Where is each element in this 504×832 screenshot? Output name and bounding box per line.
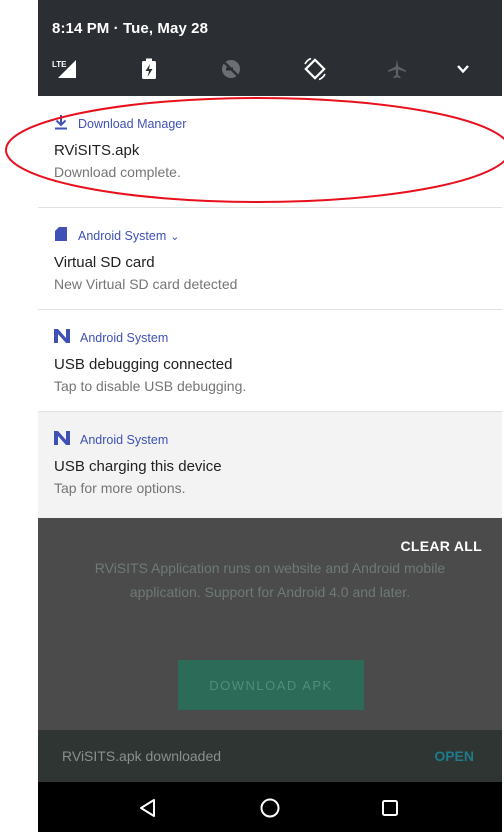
notification-download-manager[interactable]: Download Manager RViSITS.apk Download co… bbox=[38, 96, 502, 208]
notification-header: Download Manager bbox=[54, 114, 187, 135]
notification-app-name: Android System bbox=[80, 331, 169, 345]
notification-usb-debugging[interactable]: Android System USB debugging connected T… bbox=[38, 310, 502, 412]
back-icon[interactable] bbox=[136, 796, 160, 820]
snackbar: RViSITS.apk downloaded OPEN bbox=[38, 730, 502, 782]
notification-header: Android System bbox=[54, 328, 169, 348]
notification-text: Tap for more options. bbox=[54, 480, 186, 496]
notification-title: USB debugging connected bbox=[54, 356, 233, 373]
airplane-mode-icon[interactable] bbox=[384, 56, 410, 82]
background-app-description: RViSITS Application runs on website and … bbox=[94, 560, 446, 600]
navigation-bar bbox=[38, 782, 502, 832]
expand-chevron-icon[interactable]: ⌄ bbox=[170, 230, 179, 243]
lte-label: LTE bbox=[52, 60, 67, 69]
recents-icon[interactable] bbox=[378, 796, 402, 820]
android-n-icon bbox=[54, 328, 70, 348]
download-apk-button: DOWNLOAD APK bbox=[178, 660, 364, 710]
snackbar-message: RViSITS.apk downloaded bbox=[62, 748, 222, 764]
home-icon[interactable] bbox=[258, 796, 282, 820]
notification-text: Download complete. bbox=[54, 164, 181, 180]
notification-app-name: Download Manager bbox=[78, 117, 187, 131]
notification-title: Virtual SD card bbox=[54, 254, 155, 271]
notification-header: Android System ⌄ bbox=[54, 226, 179, 247]
notification-text: Tap to disable USB debugging. bbox=[54, 378, 247, 394]
notification-app-name: Android System bbox=[80, 433, 169, 447]
notification-app-name: Android System bbox=[78, 229, 167, 243]
quick-settings-panel: 8:14 PM · Tue, May 28 LTE bbox=[38, 0, 502, 96]
lte-signal-icon[interactable]: LTE bbox=[52, 56, 78, 82]
battery-saver-icon[interactable] bbox=[136, 56, 162, 82]
do-not-disturb-icon[interactable] bbox=[218, 56, 244, 82]
status-time-date: 8:14 PM · Tue, May 28 bbox=[52, 20, 209, 37]
expand-chevron-icon[interactable] bbox=[450, 56, 476, 82]
phone-screen: 8:14 PM · Tue, May 28 LTE Download Manag… bbox=[38, 0, 502, 832]
notification-title: RViSITS.apk bbox=[54, 142, 140, 159]
clear-all-button[interactable]: CLEAR ALL bbox=[400, 538, 482, 554]
notification-text: New Virtual SD card detected bbox=[54, 276, 238, 292]
notification-usb-charging[interactable]: Android System USB charging this device … bbox=[38, 412, 502, 518]
sd-card-icon bbox=[54, 226, 68, 247]
android-n-icon bbox=[54, 430, 70, 450]
notification-title: USB charging this device bbox=[54, 458, 222, 475]
notification-virtual-sd-card[interactable]: Android System ⌄ Virtual SD card New Vir… bbox=[38, 208, 502, 310]
download-icon bbox=[54, 114, 68, 135]
auto-rotate-icon[interactable] bbox=[302, 56, 328, 82]
notification-header: Android System bbox=[54, 430, 169, 450]
snackbar-open-button: OPEN bbox=[434, 748, 474, 764]
